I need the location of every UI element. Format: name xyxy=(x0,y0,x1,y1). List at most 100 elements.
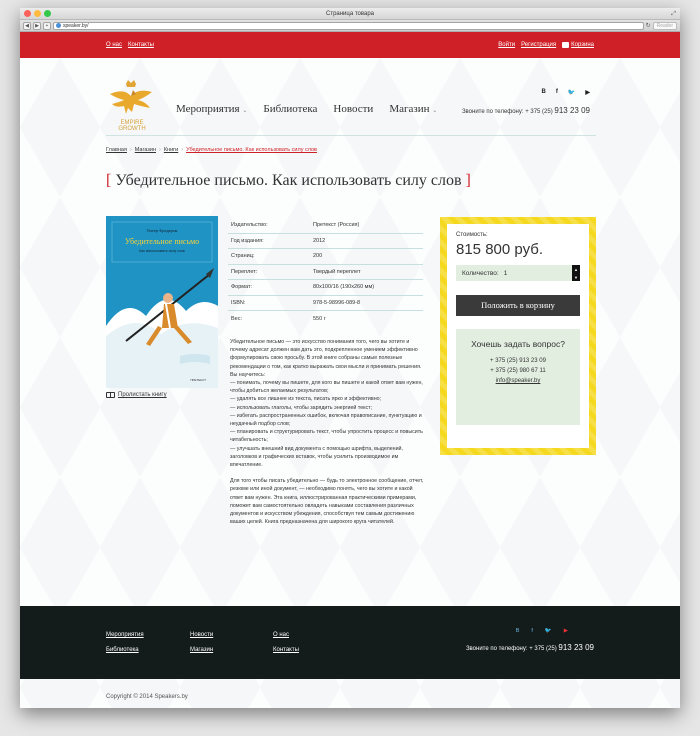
topbar-account: Войти Регистрация Корзина xyxy=(492,42,594,48)
footer-col-3: О нас Контакты xyxy=(273,628,299,658)
stepper-controls: ▲ ▼ xyxy=(572,265,580,281)
topbar-link-contacts[interactable]: Контакты xyxy=(128,42,154,48)
site-header: EMPIRE GROWTH Мероприятия ⌄ Библиотека Н… xyxy=(106,78,596,148)
cart-icon[interactable] xyxy=(562,42,570,48)
address-bar[interactable]: speaker.by/ xyxy=(53,21,644,30)
footer-phone: Звоните по телефону: + 375 (25) 913 23 0… xyxy=(465,643,594,652)
vk-icon[interactable]: B xyxy=(516,628,520,634)
address-text: speaker.by/ xyxy=(63,22,89,29)
reader-button[interactable]: Reader xyxy=(652,21,677,30)
description-intro: Убедительное письмо — это искусство пони… xyxy=(230,339,423,469)
nav-item-shop[interactable]: Магазин ⌄ xyxy=(389,103,437,115)
vk-icon[interactable]: B xyxy=(542,89,546,96)
window-titlebar: Страница товара ⤢ xyxy=(20,8,680,20)
site-topbar: О нас Контакты Войти Регистрация Корзина xyxy=(20,32,680,58)
footer-link-contacts[interactable]: Контакты xyxy=(273,643,299,658)
footer-link-library[interactable]: Библиотека xyxy=(106,643,144,658)
forward-button[interactable]: ▶ xyxy=(33,21,41,30)
footer-link-events[interactable]: Мероприятия xyxy=(106,628,144,643)
footer-col-1: Мероприятия Библиотека xyxy=(106,628,144,658)
description-outro: Для того чтобы писать убедительно — будь… xyxy=(230,478,424,526)
login-link[interactable]: Войти xyxy=(498,42,515,48)
back-button[interactable]: ◀ xyxy=(23,21,31,30)
ask-question-box: Хочешь задать вопрос? + 375 (25) 913 23 … xyxy=(456,329,580,425)
increment-arrow-icon[interactable]: ▲ xyxy=(574,267,578,272)
add-bookmark-button[interactable]: + xyxy=(43,21,51,30)
window-title: Страница товара xyxy=(325,11,374,17)
topbar-link-about[interactable]: О нас xyxy=(106,42,122,48)
add-to-cart-button[interactable]: Положить в корзину xyxy=(456,295,580,316)
zoom-window-button[interactable] xyxy=(44,10,51,17)
book-cover[interactable]: Питер Фредерик Убедительное письмо Как и… xyxy=(106,216,218,388)
window-controls xyxy=(24,10,51,17)
cover-subtitle: Как использовать силу слов xyxy=(139,249,185,253)
site-footer: Мероприятия Библиотека Новости Магазин О… xyxy=(20,606,680,679)
browser-window: Страница товара ⤢ ◀ ▶ + speaker.by/ ↻ Re… xyxy=(20,8,680,708)
cart-link[interactable]: Корзина xyxy=(571,42,594,48)
fullscreen-icon[interactable]: ⤢ xyxy=(671,8,676,20)
logo-text: EMPIRE GROWTH xyxy=(118,120,146,132)
empire-growth-logo[interactable]: EMPIRE GROWTH xyxy=(106,78,156,138)
breadcrumb-current: Убедительное письмо. Как использовать си… xyxy=(186,147,317,153)
breadcrumb-books[interactable]: Книги xyxy=(164,147,178,153)
footer-link-news[interactable]: Новости xyxy=(190,628,213,643)
register-link[interactable]: Регистрация xyxy=(521,42,556,48)
twitter-icon[interactable]: 🐦 xyxy=(545,628,552,634)
youtube-icon[interactable]: ▶ xyxy=(564,628,568,634)
youtube-icon[interactable]: ▶ xyxy=(585,89,590,96)
reload-icon[interactable]: ↻ xyxy=(646,22,651,29)
breadcrumb: Главная › Магазин › Книги › Убедительное… xyxy=(106,147,317,153)
facebook-icon[interactable]: f xyxy=(556,89,558,96)
ask-title: Хочешь задать вопрос? xyxy=(471,339,565,349)
footer-link-about[interactable]: О нас xyxy=(273,628,299,643)
facebook-icon[interactable]: f xyxy=(531,628,533,634)
spec-row: Издательство: Претекст (Россия) xyxy=(228,218,423,234)
breadcrumb-home[interactable]: Главная xyxy=(106,147,127,153)
chevron-down-icon: ⌄ xyxy=(432,108,438,114)
close-window-button[interactable] xyxy=(24,10,31,17)
cover-title: Убедительное письмо xyxy=(125,237,199,246)
footer-socials: B f 🐦 ▶ xyxy=(516,628,568,634)
read-book-link[interactable]: Пролистать книгу xyxy=(106,392,167,398)
header-socials: B f 🐦 ▶ xyxy=(542,89,590,96)
footer-link-shop[interactable]: Магазин xyxy=(190,643,213,658)
page-content: EMPIRE GROWTH Мероприятия ⌄ Библиотека Н… xyxy=(20,58,680,708)
spec-row: Формат: 80x100/16 (190x260 мм) xyxy=(228,280,423,296)
page-title: [ Убедительное письмо. Как использовать … xyxy=(106,172,471,189)
contact-phone-2: + 375 (25) 980 67 11 xyxy=(490,368,546,374)
price-value: 815 800 руб. xyxy=(456,241,543,258)
header-phone: Звоните по телефону: + 375 (25) 913 23 0… xyxy=(461,106,590,115)
main-nav: Мероприятия ⌄ Библиотека Новости Магазин… xyxy=(176,103,437,115)
chevron-down-icon: ⌄ xyxy=(242,108,248,114)
minimize-window-button[interactable] xyxy=(34,10,41,17)
decrement-arrow-icon[interactable]: ▼ xyxy=(574,275,578,280)
price-box: Стоимость: 815 800 руб. Количество: 1 ▲ … xyxy=(440,217,596,455)
spec-row: Вес: 550 г xyxy=(231,315,326,322)
quantity-label: Количество: xyxy=(462,269,499,277)
quantity-stepper[interactable]: Количество: 1 ▲ ▼ xyxy=(456,265,580,281)
product-description: Убедительное письмо — это искусство пони… xyxy=(230,338,426,534)
book-cover-image: Питер Фредерик Убедительное письмо Как и… xyxy=(106,216,218,388)
nav-item-events[interactable]: Мероприятия ⌄ xyxy=(176,103,247,115)
contact-email-link[interactable]: info@speaker.by xyxy=(496,378,541,384)
spec-row: Переплет: Твердый переплет xyxy=(228,265,423,280)
specs-table: Издательство: Претекст (Россия) Год издан… xyxy=(228,218,423,327)
cover-publisher: ПРЕТЕКСТ xyxy=(190,378,206,382)
twitter-icon[interactable]: 🐦 xyxy=(568,89,575,96)
footer-col-2: Новости Магазин xyxy=(190,628,213,658)
cover-author: Питер Фредерик xyxy=(147,228,178,233)
nav-item-library[interactable]: Библиотека xyxy=(263,103,317,115)
price-label: Стоимость: xyxy=(456,232,488,238)
spec-row: ISBN: 978-5-98996-089-8 xyxy=(228,296,423,311)
open-book-icon xyxy=(106,392,115,398)
globe-icon xyxy=(56,23,61,28)
price-box-inner: Стоимость: 815 800 руб. Количество: 1 ▲ … xyxy=(447,224,589,448)
quantity-value[interactable]: 1 xyxy=(504,270,508,277)
breadcrumb-shop[interactable]: Магазин xyxy=(135,147,156,153)
spec-row: Год издания: 2012 xyxy=(228,234,423,249)
spec-row: Страниц: 200 xyxy=(228,249,423,265)
header-divider xyxy=(106,135,596,136)
browser-toolbar: ◀ ▶ + speaker.by/ ↻ Reader xyxy=(20,20,680,32)
copyright: Copyright © 2014 Speakers.by xyxy=(106,694,188,700)
nav-item-news[interactable]: Новости xyxy=(333,103,373,115)
